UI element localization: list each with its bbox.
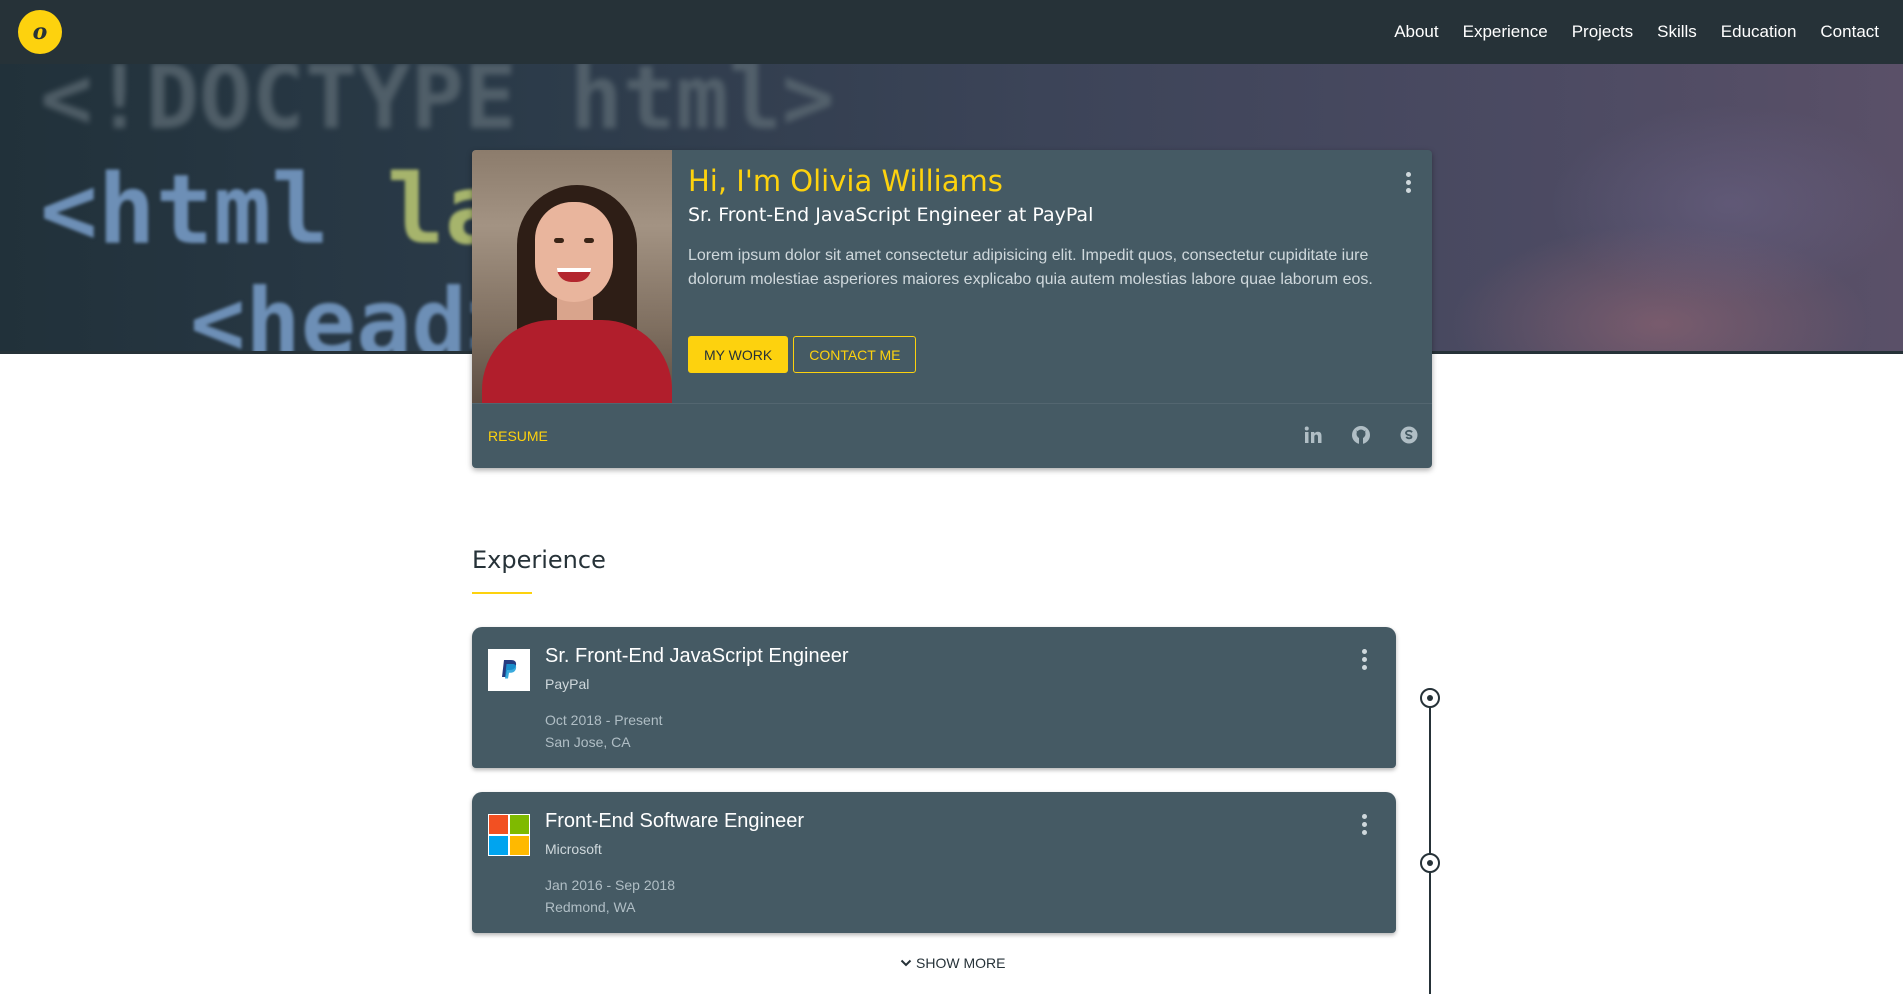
profile-bio: Lorem ipsum dolor sit amet consectetur a… bbox=[688, 247, 1373, 288]
job-dates: Oct 2018 - Present bbox=[545, 712, 663, 728]
job-dates: Jan 2016 - Sep 2018 bbox=[545, 877, 675, 893]
experience-heading-underline bbox=[472, 592, 532, 594]
job-title: Front-End Software Engineer bbox=[545, 810, 805, 832]
job-company: PayPal bbox=[545, 676, 590, 692]
paypal-logo bbox=[488, 649, 530, 691]
resume-link[interactable]: RESUME bbox=[488, 428, 548, 444]
nav-projects[interactable]: Projects bbox=[1572, 22, 1633, 42]
job-location: Redmond, WA bbox=[545, 899, 636, 915]
profile-body: Hi, I'm Olivia Williams Sr. Front-End Ja… bbox=[672, 150, 1432, 403]
timeline-marker bbox=[1420, 853, 1440, 873]
top-nav-bar: o About Experience Projects Skills Educa… bbox=[0, 0, 1903, 64]
github-icon[interactable] bbox=[1350, 424, 1372, 446]
brand-logo-letter: o bbox=[32, 19, 48, 45]
main-nav: About Experience Projects Skills Educati… bbox=[1382, 0, 1891, 64]
profile-greeting: Hi, I'm Olivia Williams bbox=[688, 164, 1003, 198]
microsoft-logo bbox=[488, 814, 530, 856]
brand-logo[interactable]: o bbox=[18, 10, 62, 54]
nav-skills[interactable]: Skills bbox=[1657, 22, 1697, 42]
nav-about[interactable]: About bbox=[1394, 22, 1438, 42]
profile-photo bbox=[472, 150, 672, 403]
timeline-line bbox=[1429, 698, 1431, 994]
photo-sweater bbox=[482, 320, 672, 403]
photo-eye bbox=[584, 238, 594, 243]
experience-heading: Experience bbox=[472, 546, 606, 574]
job-company: Microsoft bbox=[545, 841, 602, 857]
job-title: Sr. Front-End JavaScript Engineer bbox=[545, 645, 849, 667]
photo-eye bbox=[554, 238, 564, 243]
show-more-label: SHOW MORE bbox=[916, 955, 1006, 971]
timeline-marker bbox=[1420, 688, 1440, 708]
nav-experience[interactable]: Experience bbox=[1463, 22, 1548, 42]
job-location: San Jose, CA bbox=[545, 734, 631, 750]
hero-glow bbox=[1550, 104, 1903, 304]
show-more-button[interactable]: SHOW MORE bbox=[900, 955, 1005, 971]
more-vert-icon[interactable] bbox=[1356, 647, 1372, 671]
hero-code-html-tag: <html bbox=[40, 154, 329, 266]
profile-footer: RESUME bbox=[472, 403, 1432, 468]
nav-education[interactable]: Education bbox=[1721, 22, 1797, 42]
profile-role: Sr. Front-End JavaScript Engineer at Pay… bbox=[688, 204, 1094, 226]
hero-code-doctype: <!DOCTYPE html> bbox=[40, 64, 835, 149]
more-vert-icon[interactable] bbox=[1356, 812, 1372, 836]
job-card: Sr. Front-End JavaScript Engineer PayPal… bbox=[472, 627, 1396, 768]
profile-card: Hi, I'm Olivia Williams Sr. Front-End Ja… bbox=[472, 150, 1432, 468]
profile-actions: MY WORK CONTACT ME bbox=[688, 336, 921, 373]
photo-face bbox=[535, 202, 613, 302]
skype-icon[interactable] bbox=[1398, 424, 1420, 446]
social-links bbox=[1276, 424, 1420, 446]
linkedin-icon[interactable] bbox=[1302, 424, 1324, 446]
nav-contact[interactable]: Contact bbox=[1820, 22, 1879, 42]
job-card: Front-End Software Engineer Microsoft Ja… bbox=[472, 792, 1396, 933]
chevron-down-icon bbox=[900, 959, 912, 967]
contact-me-button[interactable]: CONTACT ME bbox=[793, 336, 917, 373]
my-work-button[interactable]: MY WORK bbox=[688, 336, 789, 373]
more-vert-icon[interactable] bbox=[1400, 170, 1416, 194]
